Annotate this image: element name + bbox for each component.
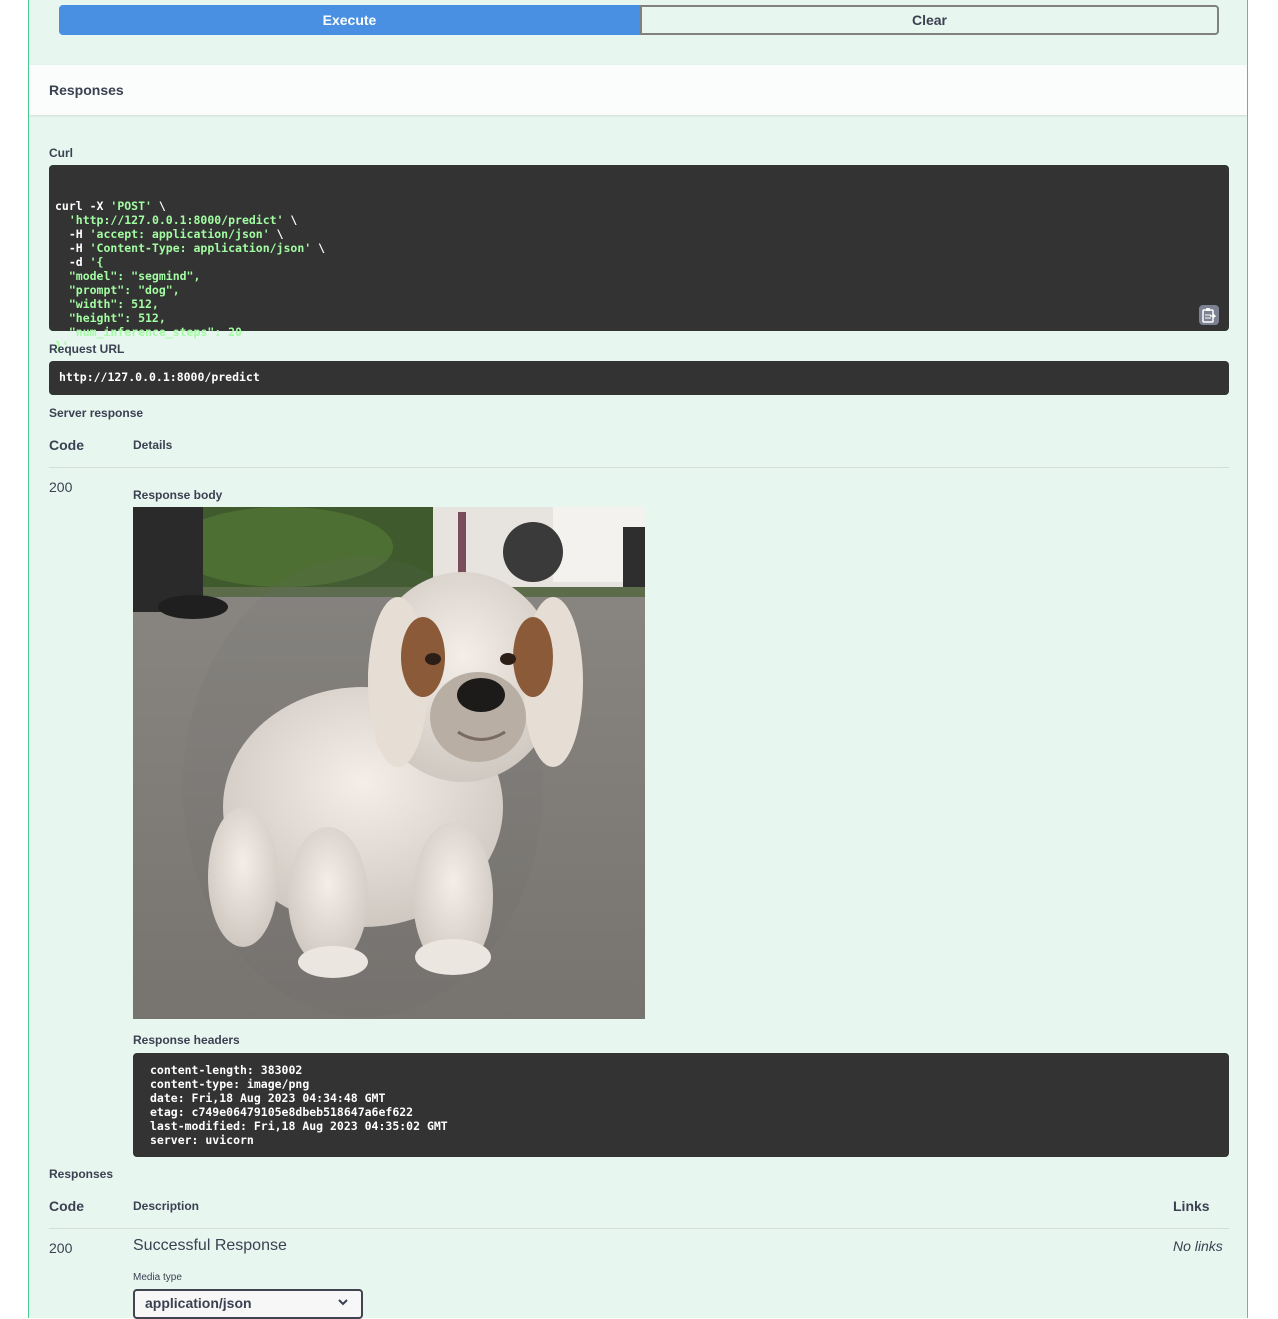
execute-wrapper: Execute Clear	[59, 5, 1219, 35]
curl-line-string: 'Content-Type: application/json'	[89, 241, 312, 255]
curl-line-string: "num_inference_steps": 20	[55, 325, 242, 339]
response-image-dog	[133, 507, 645, 1019]
code-column-header: Code	[49, 437, 84, 453]
curl-line: "prompt": "dog",	[55, 283, 1223, 297]
responses-section-header: Responses	[29, 65, 1247, 115]
responses-section-title: Responses	[49, 82, 124, 98]
curl-line: -d '{	[55, 255, 1223, 269]
curl-line: -H 'Content-Type: application/json' \	[55, 241, 1223, 255]
server-response-table-header: Code Details	[49, 435, 1229, 468]
description-column-header: Description	[133, 1199, 200, 1213]
curl-line-string: "prompt": "dog",	[55, 283, 180, 297]
curl-line-continuation: \	[151, 199, 166, 213]
response-status-code: 200	[49, 479, 73, 495]
links-column-header: Links	[1173, 1198, 1210, 1214]
response-headers-block[interactable]: content-length: 383002 content-type: ima…	[133, 1053, 1229, 1157]
curl-line-string: '{	[89, 255, 104, 269]
curl-line-continuation: \	[283, 213, 298, 227]
details-column-header: Details	[133, 438, 173, 452]
curl-line-string: 'POST'	[110, 199, 152, 213]
curl-line-string: 'http://127.0.0.1:8000/predict'	[68, 213, 284, 227]
execute-button[interactable]: Execute	[59, 5, 640, 35]
response-row-description: Successful Response	[133, 1237, 287, 1254]
responses-table-header: Code Description Links	[49, 1196, 1229, 1229]
clear-button[interactable]: Clear	[640, 5, 1219, 35]
curl-line: 'http://127.0.0.1:8000/predict' \	[55, 213, 1223, 227]
response-row-code: 200	[49, 1240, 73, 1256]
responses-label: Responses	[49, 1167, 114, 1181]
curl-line-command: -d	[55, 255, 90, 269]
server-response-label: Server response	[49, 406, 144, 420]
request-url-label: Request URL	[49, 342, 125, 356]
curl-line-command: curl -X	[55, 199, 111, 213]
curl-lines: curl -X 'POST' \ 'http://127.0.0.1:8000/…	[55, 199, 1223, 353]
curl-line-command	[55, 213, 69, 227]
copy-to-clipboard-icon[interactable]	[1199, 305, 1219, 325]
curl-line-continuation: \	[269, 227, 284, 241]
curl-line: "num_inference_steps": 20	[55, 325, 1223, 339]
curl-line-string: "height": 512,	[55, 311, 166, 325]
operation-block: Execute Clear Responses Curl curl -X 'PO…	[28, 0, 1248, 1319]
curl-line: -H 'accept: application/json' \	[55, 227, 1223, 241]
curl-line-string: 'accept: application/json'	[89, 227, 270, 241]
curl-label: Curl	[49, 146, 73, 160]
curl-line-continuation: \	[311, 241, 326, 255]
media-type-label: Media type	[133, 1272, 182, 1283]
response-headers-label: Response headers	[133, 1033, 240, 1047]
curl-line-command: -H	[55, 227, 90, 241]
media-type-value: application/json	[145, 1295, 252, 1311]
media-type-select[interactable]: application/json	[133, 1289, 363, 1319]
request-url-value[interactable]: http://127.0.0.1:8000/predict	[49, 361, 1229, 395]
chevron-down-icon	[337, 1295, 349, 1311]
curl-line: "model": "segmind",	[55, 269, 1223, 283]
curl-line-command: -H	[55, 241, 90, 255]
curl-line: curl -X 'POST' \	[55, 199, 1223, 213]
response-row-links: No links	[1173, 1238, 1223, 1254]
curl-line-string: "model": "segmind",	[55, 269, 201, 283]
response-body-label: Response body	[133, 488, 223, 502]
curl-code-block[interactable]: curl -X 'POST' \ 'http://127.0.0.1:8000/…	[49, 165, 1229, 353]
curl-line: "width": 512,	[55, 297, 1223, 311]
curl-line-string: "width": 512,	[55, 297, 159, 311]
curl-line: "height": 512,	[55, 311, 1223, 325]
code-column-header: Code	[49, 1198, 84, 1214]
curl-line: }'	[55, 339, 1223, 353]
